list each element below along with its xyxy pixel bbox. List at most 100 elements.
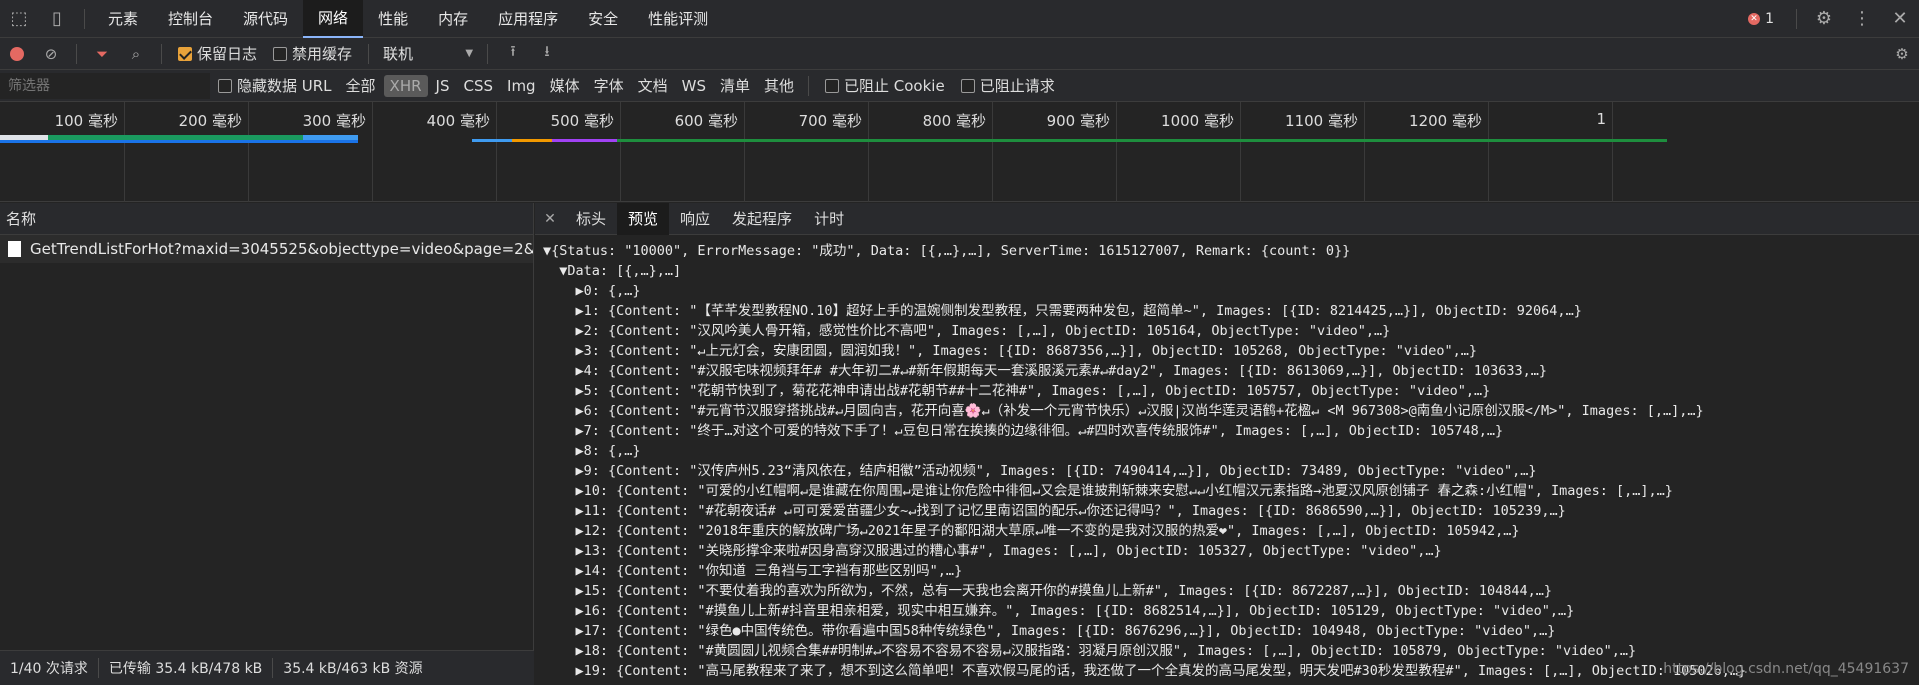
record-icon — [10, 46, 24, 61]
tab-8[interactable]: 性能评测 — [633, 0, 723, 38]
filter-type-3[interactable]: CSS — [457, 75, 499, 97]
timeline-tick-label: 1200 毫秒 — [1409, 112, 1482, 130]
json-tree-node[interactable]: ▶1: {Content: "【芊芊发型教程NO.10】超好上手的温婉侧制发型教… — [543, 301, 1919, 321]
request-list-panel: 名称 GetTrendListForHot?maxid=3045525&obje… — [0, 203, 534, 650]
filter-type-4[interactable]: Img — [501, 75, 542, 97]
tab-4[interactable]: 性能 — [363, 0, 423, 38]
json-tree-node[interactable]: ▶15: {Content: "不要仗着我的喜欢为所欲为，不然，总有一天我也会离… — [543, 581, 1919, 601]
json-tree-node[interactable]: ▶16: {Content: "#摸鱼儿上新#抖音里相亲相爱，现实中相互嫌弃。"… — [543, 601, 1919, 621]
tab-0[interactable]: 元素 — [93, 0, 153, 38]
divider — [368, 43, 370, 64]
export-har-button[interactable]: ⭳ — [533, 40, 561, 68]
checkbox-checked-icon — [178, 46, 192, 61]
import-har-button[interactable]: ⭱ — [499, 40, 527, 68]
json-tree-node[interactable]: ▶3: {Content: "↵上元灯会，安康团圆，圆润如我！", Images… — [543, 341, 1919, 361]
device-toolbar-icon[interactable]: ▯ — [38, 0, 76, 38]
timeline-overview[interactable]: 100 毫秒 200 毫秒 300 毫秒 400 毫秒 500 毫秒 600 毫秒 700 … — [0, 102, 1919, 202]
tab-3[interactable]: 网络 — [303, 0, 364, 38]
filter-type-9[interactable]: 清单 — [714, 73, 756, 98]
json-tree-node[interactable]: ▶12: {Content: "2018年重庆的解放碑广场↵2021年星子的鄱阳… — [543, 521, 1919, 541]
throttle-select[interactable]: 联机 ▼ — [383, 43, 473, 64]
filter-type-10[interactable]: 其他 — [758, 73, 800, 98]
detail-tab-3[interactable]: 发起程序 — [721, 203, 803, 235]
checkbox-icon — [960, 78, 975, 93]
detail-tab-1[interactable]: 预览 — [617, 202, 670, 235]
upload-icon: ⭱ — [510, 42, 516, 60]
filter-type-1[interactable]: XHR — [383, 74, 428, 97]
resource-type-filters: 全部 XHR JS CSS Img 媒体 字体 文档 WS 清单 其他 — [340, 73, 800, 98]
search-button[interactable]: ⌕ — [122, 40, 150, 68]
json-tree-node[interactable]: ▶13: {Content: "关晓彤撑伞来啦#因身高穿汉服遇过的糟心事#", … — [543, 541, 1919, 561]
json-tree-node[interactable]: ▶11: {Content: "#花朝夜话# ↵可可爱爱苗疆少女~↵找到了记忆里… — [543, 501, 1919, 521]
filter-type-5[interactable]: 媒体 — [544, 73, 586, 98]
filter-type-2[interactable]: JS — [430, 75, 456, 97]
close-detail-icon[interactable]: ✕ — [535, 211, 565, 227]
json-tree-node[interactable]: ▶6: {Content: "#元宵节汉服穿搭挑战#↵月圆向吉，花开向喜🌸↵（补… — [543, 401, 1919, 421]
detail-tabs: ✕ 标头 预览 响应 发起程序 计时 — [535, 202, 1919, 235]
blocked-cookies-checkbox[interactable]: 已阻止 Cookie — [825, 75, 945, 96]
tab-7[interactable]: 安全 — [573, 0, 633, 38]
filter-icon: ⏷ — [95, 44, 108, 63]
download-icon: ⭳ — [544, 42, 550, 60]
tab-6[interactable]: 应用程序 — [483, 0, 573, 38]
json-tree-node[interactable]: ▶18: {Content: "#黄圆圆儿视频合集##明制#↵不容易不容易不容易… — [543, 641, 1919, 661]
json-tree-node[interactable]: ▶9: {Content: "汉传庐州5.23“清风依在，结庐相徽”活动视频",… — [543, 461, 1919, 481]
disable-cache-checkbox[interactable]: 禁用缓存 — [273, 43, 352, 64]
timeline-tick-label: 300 毫秒 — [302, 112, 366, 130]
filter-type-8[interactable]: WS — [676, 75, 712, 97]
more-menu-icon[interactable]: ⋮ — [1843, 0, 1881, 38]
filter-type-7[interactable]: 文档 — [632, 73, 674, 98]
json-tree-node[interactable]: ▶2: {Content: "汉风吟美人骨开箱，感觉性价比不高吧", Image… — [543, 321, 1919, 341]
json-tree-node[interactable]: ▼{Status: "10000", ErrorMessage: "成功", D… — [543, 241, 1919, 261]
divider — [84, 8, 85, 29]
json-tree-node[interactable]: ▼Data: [{,…},…] — [543, 261, 1919, 281]
settings-gear-icon[interactable]: ⚙ — [1805, 0, 1843, 38]
detail-tab-2[interactable]: 响应 — [669, 203, 721, 235]
filter-bar: 隐藏数据 URL 全部XHRJSCSSImg媒体字体文档WS清单其他 已阻止 C… — [0, 70, 1919, 102]
timeline-tick-label: 100 毫秒 — [54, 112, 118, 130]
tab-2[interactable]: 源代码 — [228, 0, 303, 38]
timeline-tick-label: 400 毫秒 — [426, 112, 490, 130]
resources-size: 35.4 kB/463 kB 资源 — [283, 661, 423, 677]
divider — [76, 43, 77, 64]
preserve-log-checkbox[interactable]: 保留日志 — [178, 43, 257, 64]
network-settings-button[interactable]: ⚙ — [1888, 40, 1916, 68]
divider — [487, 43, 489, 64]
checkbox-icon — [218, 78, 232, 93]
timeline-tick-label: 1100 毫秒 — [1285, 112, 1358, 130]
json-tree-node[interactable]: ▶17: {Content: "绿色●中国传统色。带你看遍中国58种传统绿色",… — [543, 621, 1919, 641]
tab-5[interactable]: 内存 — [423, 0, 483, 38]
filter-input[interactable] — [0, 72, 210, 99]
detail-tab-0[interactable]: 标头 — [565, 203, 617, 235]
tab-1[interactable]: 控制台 — [153, 0, 228, 38]
filter-type-0[interactable]: 全部 — [340, 73, 382, 98]
json-tree-node[interactable]: ▶14: {Content: "你知道 三角裆与工字裆有那些区别吗",…} — [543, 561, 1919, 581]
inspect-element-icon[interactable]: ⬚ — [0, 0, 38, 38]
request-count: 1/40 次请求 — [0, 658, 99, 678]
hide-data-urls-checkbox[interactable]: 隐藏数据 URL — [218, 75, 332, 96]
gear-icon: ⚙ — [1895, 44, 1909, 63]
blocked-cookies-label: 已阻止 Cookie — [844, 77, 945, 95]
filter-toggle-button[interactable]: ⏷ — [88, 40, 116, 68]
waterfall-bar — [552, 139, 617, 142]
json-tree-node[interactable]: ▶10: {Content: "可爱的小红帽啊↵是谁藏在你周围↵是谁让你危险中徘… — [543, 481, 1919, 501]
divider — [808, 75, 810, 96]
json-tree-node[interactable]: ▶4: {Content: "#汉服宅味视频拜年# #大年初二#↵#新年假期每天… — [543, 361, 1919, 381]
detail-tab-4[interactable]: 计时 — [803, 203, 855, 235]
json-tree-node[interactable]: ▶7: {Content: "终于…对这个可爱的特效下手了！↵豆包日常在挨揍的边… — [543, 421, 1919, 441]
throttle-value: 联机 — [383, 45, 414, 63]
error-counter[interactable]: ✕ 1 — [1748, 11, 1774, 27]
json-tree-node[interactable]: ▶8: {,…} — [543, 441, 1919, 461]
filter-type-6[interactable]: 字体 — [588, 73, 630, 98]
devtools-tabbar: ⬚ ▯ 元素 控制台 源代码 网络 性能 内存 应用程序 安全 性能评测 ✕ 1 ⚙ ⋮ ✕ — [0, 0, 1919, 38]
name-column-header[interactable]: 名称 — [0, 203, 533, 235]
blocked-requests-checkbox[interactable]: 已阻止请求 — [960, 75, 1055, 96]
record-button[interactable] — [3, 40, 31, 68]
json-tree-node[interactable]: ▶5: {Content: "花朝节快到了，菊花花神申请出战#花朝节##十二花神… — [543, 381, 1919, 401]
divider — [1796, 8, 1797, 29]
request-detail-panel: ✕ 标头 预览 响应 发起程序 计时 ▼{Status: "10000", ErrorM… — [535, 202, 1919, 685]
json-tree-node[interactable]: ▶0: {,…} — [543, 281, 1919, 301]
close-devtools-icon[interactable]: ✕ — [1881, 0, 1919, 38]
clear-button[interactable]: ⊘ — [37, 40, 65, 68]
request-row[interactable]: GetTrendListForHot?maxid=3045525&objectt… — [0, 235, 533, 263]
